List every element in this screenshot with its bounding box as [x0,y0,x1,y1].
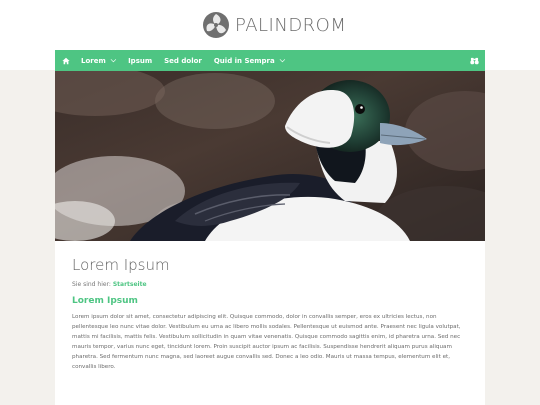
nav-item-label: Lorem [81,56,106,65]
site-header: PALINDROM [0,0,540,50]
section-heading: Lorem Ipsum [72,296,138,306]
site-name: PALINDROM [235,14,347,36]
nav-item-quid-in-sempra[interactable]: Quid in Sempra ⌵ [208,50,291,71]
home-icon [62,57,70,64]
chevron-down-icon: ⌵ [110,56,117,64]
nav-item-label: Ipsum [128,56,153,65]
nav-item-lorem[interactable]: Lorem ⌵ [75,50,122,71]
nav-item-sed-dolor[interactable]: Sed dolor [158,50,208,71]
breadcrumb: Sie sind hier: Startseite [72,281,147,288]
main-content: Lorem Ipsum Sie sind hier: Startseite Lo… [55,71,485,405]
nav-item-label: Sed dolor [164,56,202,65]
chevron-down-icon: ⌵ [279,56,286,64]
triskelion-logo-icon [203,12,229,38]
breadcrumb-prefix: Sie sind hier: [72,281,113,288]
binoculars-icon [470,57,479,64]
nav-item-label: Quid in Sempra [213,56,275,65]
nav-search-button[interactable] [470,50,479,71]
hero-image [55,71,485,241]
site-logo[interactable]: PALINDROM [202,11,346,39]
main-navigation: Lorem ⌵ Ipsum Sed dolor Quid in Sempra ⌵ [55,50,485,71]
breadcrumb-link-startseite[interactable]: Startseite [113,281,147,288]
page-title: Lorem Ipsum [72,256,170,274]
bufflehead-duck-photo [55,71,485,241]
nav-home-button[interactable] [57,50,75,71]
body-paragraph: Lorem ipsum dolor sit amet, consectetur … [72,314,461,370]
nav-item-ipsum[interactable]: Ipsum [122,50,158,71]
